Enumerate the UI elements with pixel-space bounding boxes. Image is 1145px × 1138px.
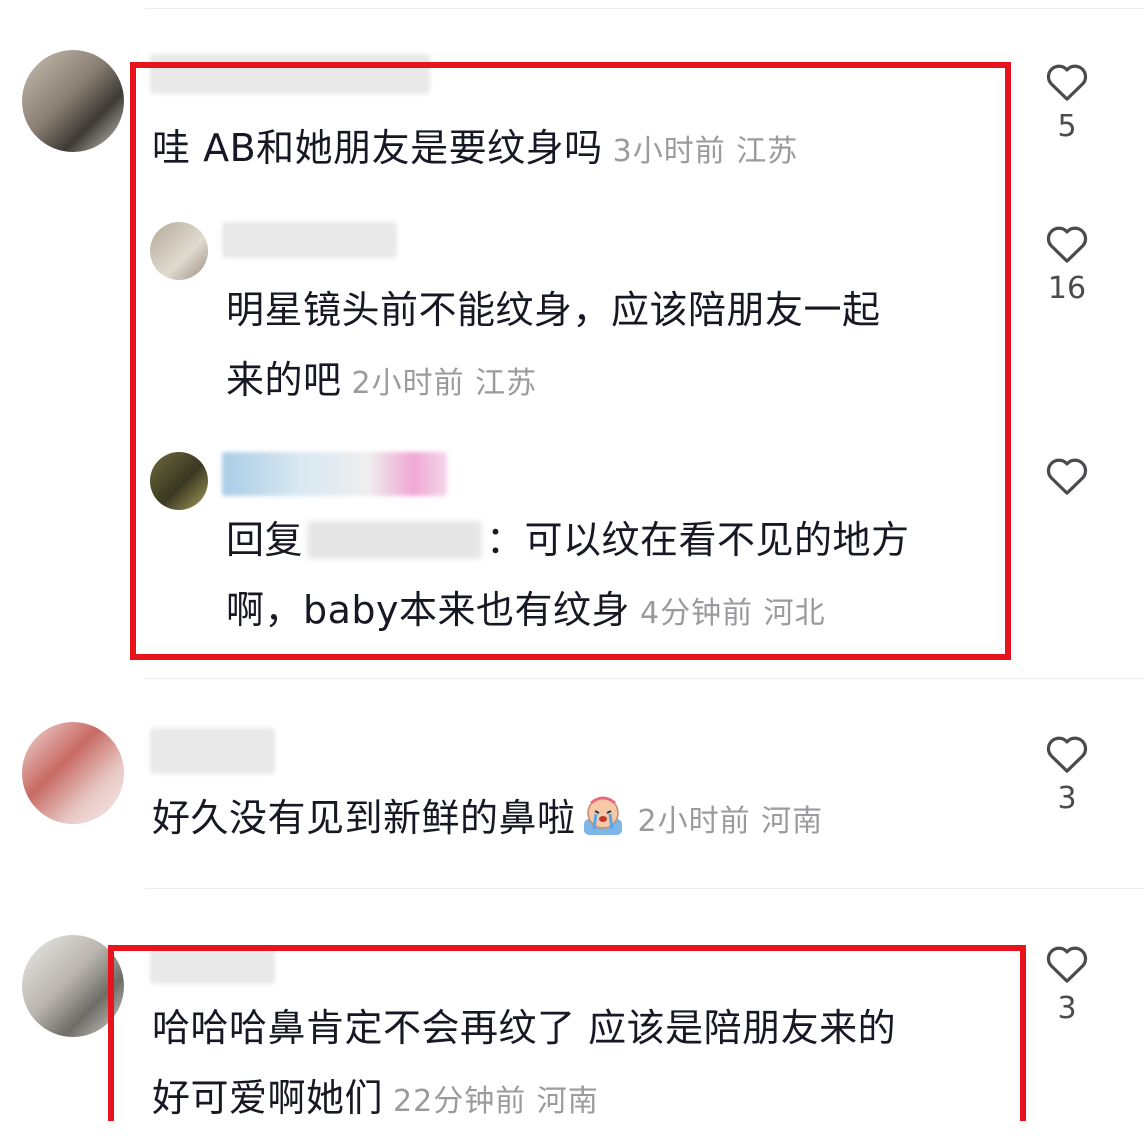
comment-divider — [145, 888, 1145, 889]
heart-outline-icon — [1046, 226, 1088, 263]
like-button[interactable] — [1035, 454, 1099, 496]
comment-text: 好久没有见到新鲜的鼻啦 — [152, 796, 576, 840]
heart-outline-icon — [1046, 946, 1088, 983]
comment-divider — [145, 678, 1145, 679]
comment-body: 好久没有见到新鲜的鼻啦 2小时前 河南 — [152, 782, 823, 858]
like-count: 16 — [1047, 271, 1087, 306]
comment-meta: 2小时前 河南 — [637, 804, 824, 839]
like-count: 3 — [1057, 991, 1077, 1026]
highlight-box — [130, 62, 1011, 660]
highlight-box — [108, 945, 1026, 1121]
avatar[interactable] — [22, 50, 124, 152]
like-button[interactable]: 5 — [1035, 60, 1099, 144]
heart-outline-icon — [1046, 736, 1088, 773]
like-button[interactable]: 3 — [1035, 732, 1099, 816]
like-button[interactable]: 16 — [1035, 222, 1099, 306]
heart-outline-icon — [1046, 64, 1088, 101]
comment-divider — [145, 8, 1145, 9]
crying-face-emoji — [583, 796, 622, 835]
heart-outline-icon — [1046, 458, 1088, 495]
like-count: 5 — [1057, 109, 1077, 144]
like-count: 3 — [1057, 781, 1077, 816]
like-button[interactable]: 3 — [1035, 942, 1099, 1026]
username-blurred[interactable] — [150, 728, 275, 774]
avatar[interactable] — [22, 722, 124, 824]
